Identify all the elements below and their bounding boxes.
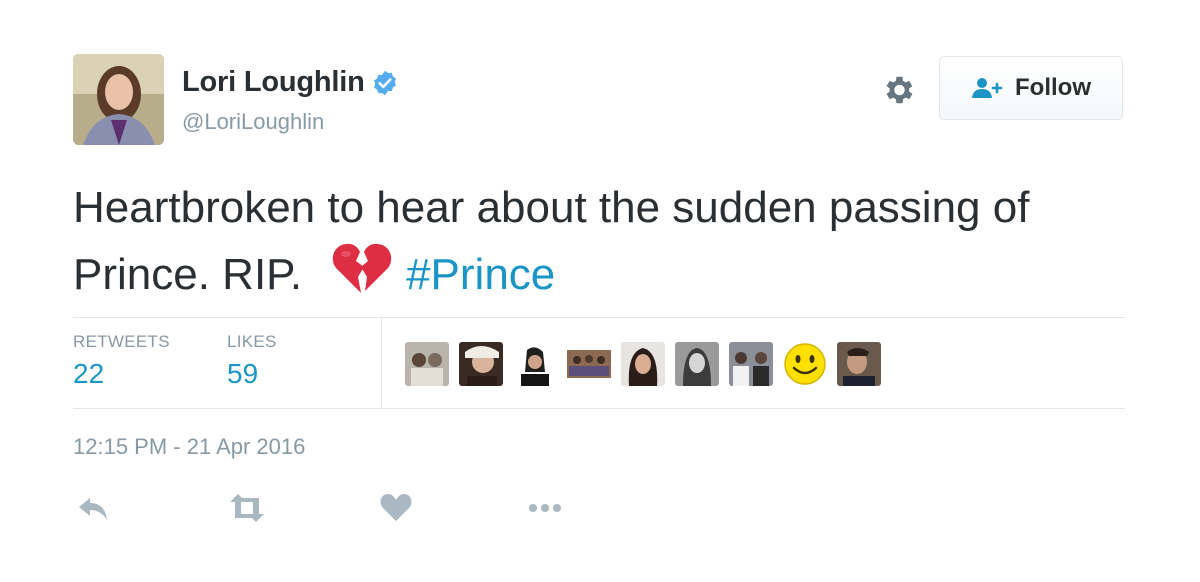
more-icon[interactable] xyxy=(525,490,565,526)
gear-icon[interactable] xyxy=(880,72,916,108)
smiley-avatar[interactable] xyxy=(783,342,827,386)
broken-heart-icon xyxy=(332,241,392,314)
retweets-count: 22 xyxy=(73,358,105,389)
author-avatar[interactable] xyxy=(73,54,164,145)
hashtag-link[interactable]: #Prince xyxy=(406,250,555,299)
liker-avatar[interactable] xyxy=(405,342,449,386)
liker-avatar[interactable] xyxy=(513,342,557,386)
tweet-text: Heartbroken to hear about the sudden pas… xyxy=(73,175,1133,314)
tweet-timestamp[interactable]: 12:15 PM - 21 Apr 2016 xyxy=(73,434,305,460)
liker-avatar[interactable] xyxy=(729,342,773,386)
tweet-stats: RETWEETS 22 LIKES 59 xyxy=(73,317,1125,409)
retweet-icon[interactable] xyxy=(227,490,267,526)
retweets-label: RETWEETS xyxy=(73,332,170,351)
author-name[interactable]: Lori Loughlin xyxy=(182,66,365,99)
likes-stat[interactable]: LIKES 59 xyxy=(227,332,277,390)
stats-divider xyxy=(381,318,382,408)
add-user-icon xyxy=(972,78,1003,98)
like-icon[interactable] xyxy=(379,490,413,526)
verified-badge-icon xyxy=(373,70,396,95)
likes-count: 59 xyxy=(227,358,259,389)
liker-avatar[interactable] xyxy=(675,342,719,386)
follow-button[interactable]: Follow xyxy=(939,56,1123,120)
reply-icon[interactable] xyxy=(77,490,109,526)
liker-avatar[interactable] xyxy=(567,342,611,386)
tweet-card: Lori Loughlin @LoriLoughlin Follow Heart… xyxy=(0,0,1200,582)
liker-avatar[interactable] xyxy=(459,342,503,386)
liker-avatar[interactable] xyxy=(837,342,881,386)
likers-avatars xyxy=(405,342,881,386)
follow-button-label: Follow xyxy=(1015,74,1091,101)
retweets-stat[interactable]: RETWEETS 22 xyxy=(73,332,170,390)
likes-label: LIKES xyxy=(227,332,277,351)
author-handle[interactable]: @LoriLoughlin xyxy=(182,109,324,135)
liker-avatar[interactable] xyxy=(621,342,665,386)
author-name-row: Lori Loughlin xyxy=(182,66,399,99)
